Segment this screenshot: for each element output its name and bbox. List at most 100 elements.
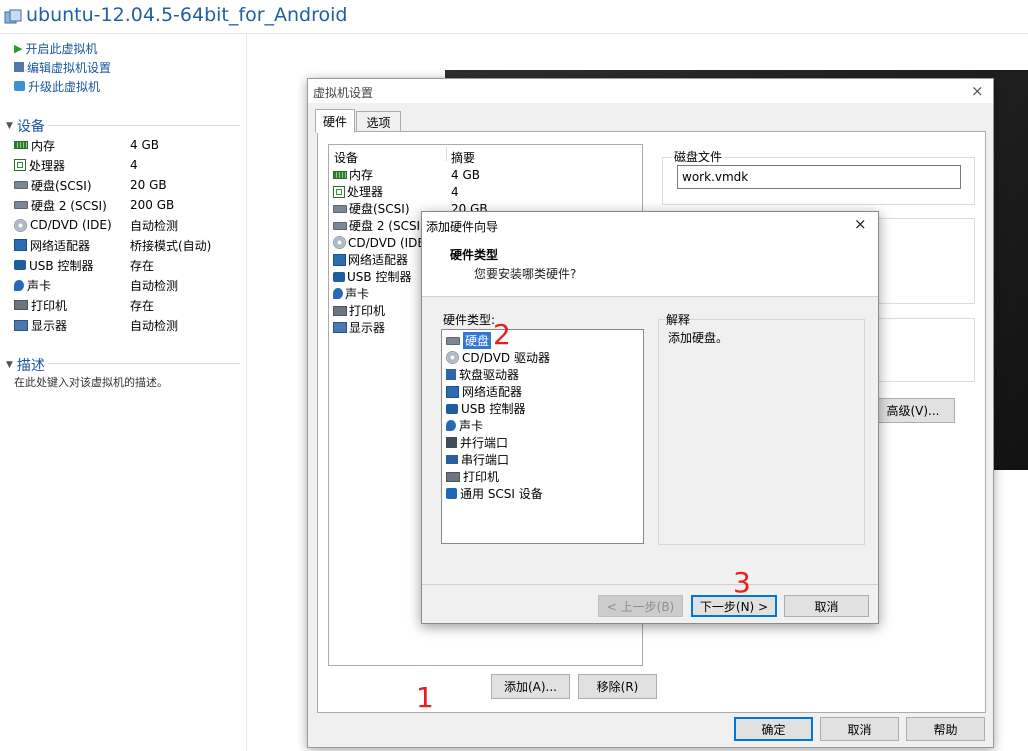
memory-icon [14, 141, 28, 149]
devices-section-toggle[interactable]: ▼ 设备 [6, 116, 45, 136]
power-on-label: 开启此虚拟机 [25, 41, 98, 56]
upgrade-link[interactable]: 升级此虚拟机 [14, 77, 100, 95]
vm-title: ubuntu-12.04.5-64bit_for_Android [26, 4, 348, 26]
vm-icon [4, 9, 22, 24]
type-item-serial[interactable]: 串行端口 [446, 451, 509, 468]
hardware-name: 硬盘 2 (SCSI) [349, 219, 425, 233]
advanced-button[interactable]: 高级(V)... [871, 398, 955, 423]
devices-heading: 设备 [16, 119, 45, 135]
hard-disk-icon [333, 221, 347, 230]
help-button[interactable]: 帮助 [906, 717, 985, 741]
hardware-name: 内存 [349, 168, 374, 182]
device-name: 显示器 [31, 318, 68, 333]
settings-titlebar: 虚拟机设置 × [308, 79, 993, 103]
floppy-icon [446, 369, 456, 380]
settings-close-button[interactable]: × [971, 82, 984, 100]
wizard-header: 添加硬件向导 × 硬件类型 您要安装哪类硬件? [422, 212, 878, 297]
type-item-usb[interactable]: USB 控制器 [446, 400, 525, 417]
hardware-type-label: 硬件类型: [443, 313, 496, 327]
collapse-arrow-icon: ▼ [6, 121, 13, 131]
type-item-parallel[interactable]: 并行端口 [446, 434, 508, 451]
description-heading: 描述 [16, 358, 45, 374]
type-name: 通用 SCSI 设备 [460, 487, 543, 501]
device-name: USB 控制器 [29, 258, 94, 273]
device-value: 200 GB [130, 198, 175, 212]
hardware-summary: 4 GB [451, 167, 480, 182]
processor-icon [333, 185, 345, 198]
device-row-processor[interactable]: 处理器 4 [14, 155, 244, 175]
network-adapter-icon [14, 239, 27, 251]
cd-dvd-icon [333, 236, 346, 249]
device-name: 网络适配器 [30, 238, 91, 253]
device-value: 存在 [130, 258, 155, 273]
hardware-summary: 4 [451, 184, 459, 199]
hard-disk-icon [446, 336, 460, 345]
type-item-scsi[interactable]: 通用 SCSI 设备 [446, 485, 543, 502]
wizard-close-button[interactable]: × [854, 215, 867, 233]
annotation-step-1: 1 [416, 681, 434, 714]
type-item-hard-disk[interactable]: 硬盘 [446, 332, 492, 349]
device-row-sound[interactable]: 声卡 自动检测 [14, 275, 244, 295]
usb-icon [446, 403, 458, 414]
processor-icon [14, 159, 26, 171]
device-row-display[interactable]: 显示器 自动检测 [14, 315, 244, 335]
wizard-cancel-button[interactable]: 取消 [784, 595, 869, 617]
tab-options[interactable]: 选项 [356, 111, 401, 133]
description-input[interactable]: 在此处键入对该虚拟机的描述。 [14, 374, 168, 390]
network-adapter-icon [333, 253, 346, 266]
parallel-port-icon [446, 437, 457, 448]
device-value: 4 GB [130, 138, 159, 152]
device-name: 硬盘(SCSI) [31, 178, 92, 193]
sound-card-icon [333, 288, 343, 299]
explanation-box [658, 319, 865, 545]
description-section-toggle[interactable]: ▼ 描述 [6, 355, 45, 375]
device-name: 内存 [31, 138, 56, 153]
type-name: 软盘驱动器 [459, 368, 520, 382]
list-header-device: 设备 [334, 151, 359, 165]
hardware-name: 显示器 [349, 321, 386, 335]
hardware-row-processor[interactable]: 处理器 4 [333, 183, 633, 200]
cancel-button[interactable]: 取消 [820, 717, 899, 741]
annotation-step-3: 3 [733, 566, 751, 599]
add-hardware-button[interactable]: 添加(A)... [491, 674, 570, 699]
power-on-link[interactable]: ▶ 开启此虚拟机 [14, 39, 97, 57]
device-row-network[interactable]: 网络适配器 桥接模式(自动) [14, 235, 244, 255]
device-value: 4 [130, 158, 138, 172]
device-row-usb[interactable]: USB 控制器 存在 [14, 255, 244, 275]
device-row-cd-dvd[interactable]: CD/DVD (IDE) 自动检测 [14, 215, 244, 235]
device-row-hard-disk[interactable]: 硬盘(SCSI) 20 GB [14, 175, 244, 195]
type-item-floppy[interactable]: 软盘驱动器 [446, 366, 519, 383]
hardware-type-list[interactable]: 硬盘 CD/DVD 驱动器 软盘驱动器 网络适配器 USB 控制器 声卡 并行端… [441, 329, 644, 544]
disk-file-field[interactable]: work.vmdk [677, 165, 961, 189]
type-item-network[interactable]: 网络适配器 [446, 383, 522, 400]
device-row-memory[interactable]: 内存 4 GB [14, 135, 244, 155]
device-row-hard-disk-2[interactable]: 硬盘 2 (SCSI) 200 GB [14, 195, 244, 215]
device-name: 打印机 [31, 298, 68, 313]
panel-divider [246, 34, 247, 751]
device-value: 存在 [130, 298, 155, 313]
usb-icon [333, 271, 345, 282]
hardware-row-memory[interactable]: 内存 4 GB [333, 166, 633, 183]
remove-hardware-button[interactable]: 移除(R) [578, 674, 657, 699]
device-row-printer[interactable]: 打印机 存在 [14, 295, 244, 315]
edit-settings-link[interactable]: 编辑虚拟机设置 [14, 58, 111, 76]
type-item-printer[interactable]: 打印机 [446, 468, 499, 485]
devices-divider [48, 125, 240, 126]
hardware-name: 声卡 [345, 287, 370, 301]
header-divider [0, 33, 1028, 34]
type-item-sound[interactable]: 声卡 [446, 417, 483, 434]
cd-dvd-icon [14, 218, 27, 232]
ok-button[interactable]: 确定 [734, 717, 813, 741]
edit-settings-label: 编辑虚拟机设置 [27, 60, 112, 75]
usb-icon [14, 260, 26, 270]
serial-port-icon [446, 455, 458, 464]
device-value: 自动检测 [130, 278, 179, 293]
description-divider [48, 363, 240, 364]
tab-hardware[interactable]: 硬件 [315, 109, 355, 133]
type-item-cd-dvd[interactable]: CD/DVD 驱动器 [446, 349, 550, 366]
sound-card-icon [14, 279, 24, 291]
back-button[interactable]: < 上一步(B) [598, 595, 683, 617]
disk-file-label: 磁盘文件 [672, 148, 725, 165]
add-hardware-wizard: 添加硬件向导 × 硬件类型 您要安装哪类硬件? 硬件类型: 硬盘 CD/DVD … [421, 211, 879, 624]
printer-icon [333, 305, 347, 316]
